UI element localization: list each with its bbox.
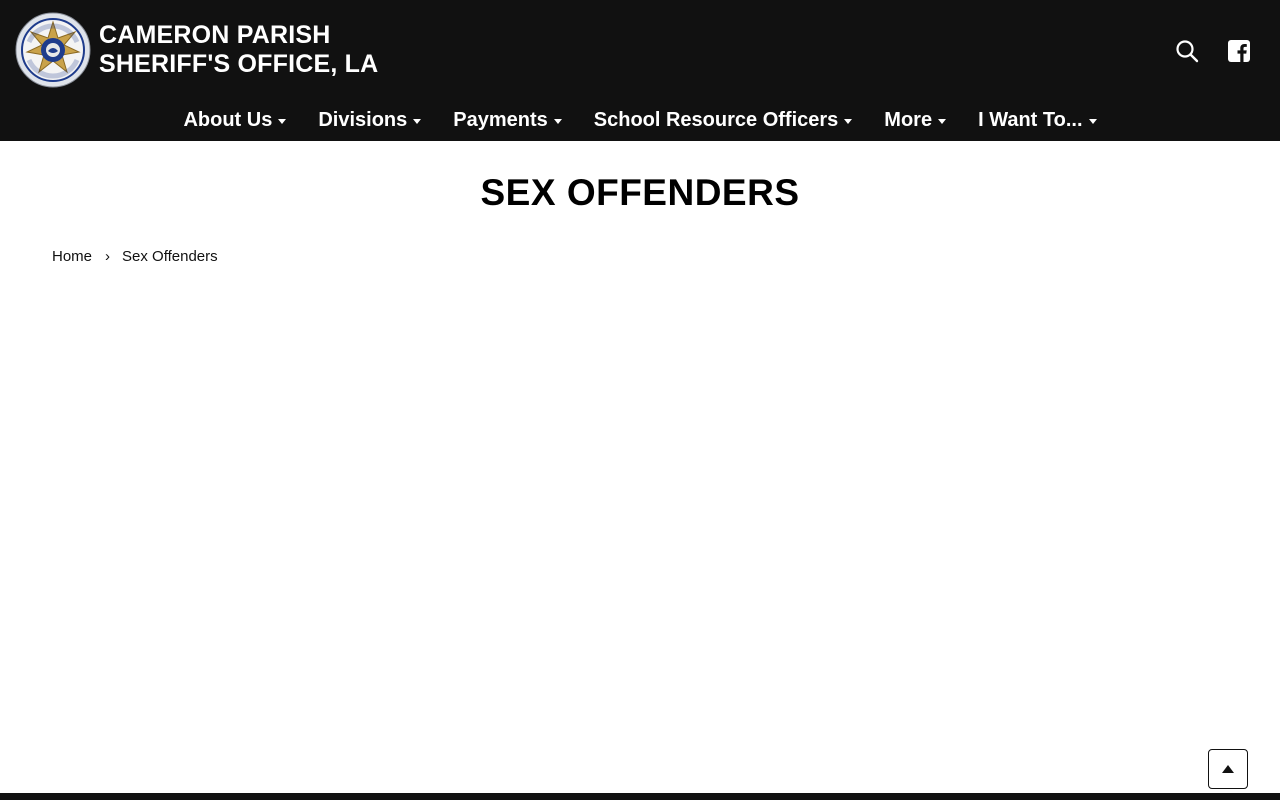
caret-down-icon [1088, 119, 1097, 124]
nav-item-payments[interactable]: Payments [437, 100, 578, 141]
breadcrumb-home-link[interactable]: Home [52, 248, 92, 265]
nav-item-i-want-to[interactable]: I Want To... [962, 100, 1112, 141]
nav-item-more[interactable]: More [868, 100, 962, 141]
facebook-icon[interactable] [1226, 38, 1252, 64]
breadcrumb-current: Sex Offenders [122, 248, 218, 265]
nav-item-label: School Resource Officers [593, 109, 839, 131]
breadcrumb: Home › Sex Offenders [52, 248, 218, 265]
nav-item-label: Payments [453, 109, 548, 131]
sheriff-badge-logo [15, 12, 91, 88]
arrow-up-icon [1222, 765, 1234, 773]
nav-item-school-resource-officers[interactable]: School Resource Officers [578, 100, 869, 141]
back-to-top-button[interactable] [1208, 749, 1248, 789]
header-icons [1174, 38, 1252, 64]
caret-down-icon [553, 119, 562, 124]
search-icon[interactable] [1174, 38, 1200, 64]
site-title-line1: CAMERON PARISH [99, 21, 331, 49]
site-brand-link[interactable]: CAMERON PARISH SHERIFF'S OFFICE, LA [15, 12, 378, 88]
nav-item-divisions[interactable]: Divisions [302, 100, 437, 141]
page: CAMERON PARISH SHERIFF'S OFFICE, LA Abou [0, 0, 1280, 800]
site-header: CAMERON PARISH SHERIFF'S OFFICE, LA Abou [0, 0, 1280, 141]
caret-down-icon [413, 119, 422, 124]
nav-item-about-us[interactable]: About Us [167, 100, 302, 141]
site-title-line2: SHERIFF'S OFFICE, LA [99, 50, 379, 78]
nav-item-label: More [884, 109, 933, 131]
main-nav: About Us Divisions Payments School Resou… [0, 100, 1280, 141]
page-title: SEX OFFENDERS [480, 172, 800, 213]
nav-item-label: Divisions [318, 109, 408, 131]
caret-down-icon [278, 119, 287, 124]
footer-strip [0, 793, 1280, 800]
nav-item-label: I Want To... [978, 109, 1083, 131]
caret-down-icon [938, 119, 947, 124]
caret-down-icon [844, 119, 853, 124]
site-title: CAMERON PARISH SHERIFF'S OFFICE, LA [99, 21, 378, 79]
nav-item-label: About Us [183, 109, 273, 131]
breadcrumb-separator: › [105, 248, 111, 265]
